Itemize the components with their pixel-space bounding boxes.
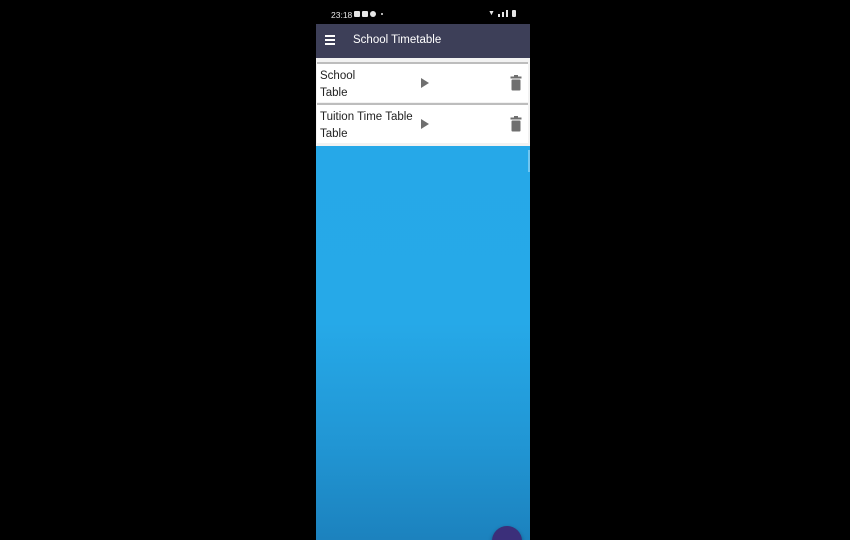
battery-icon xyxy=(512,10,516,17)
phone-screen: 23:18 ▼ School Timetable School Table Tu… xyxy=(316,0,530,540)
notification-icons xyxy=(354,11,383,17)
signal-bar-icon xyxy=(506,10,508,17)
message-notification-icon xyxy=(370,11,376,17)
timetable-name-line: Tuition Time Table xyxy=(320,111,413,123)
trash-icon[interactable] xyxy=(510,116,522,132)
app-bar: School Timetable xyxy=(316,24,530,58)
timetable-list: School Table Tuition Time Table Table xyxy=(316,58,530,146)
signal-bar-icon xyxy=(498,14,500,17)
trash-icon[interactable] xyxy=(510,75,522,91)
main-content: School Table Tuition Time Table Table xyxy=(316,58,530,540)
play-arrow-icon[interactable] xyxy=(421,119,429,129)
timetable-name-line: Table xyxy=(320,87,348,99)
play-arrow-icon[interactable] xyxy=(421,78,429,88)
status-time: 23:18 xyxy=(331,10,353,20)
system-status-icons: ▼ xyxy=(488,10,516,17)
more-notifications-dot-icon xyxy=(381,13,383,15)
timetable-name-line: Table xyxy=(320,128,348,140)
timetable-name-line: School xyxy=(320,70,356,82)
timetable-list-item[interactable]: School Table xyxy=(317,62,528,102)
app-title: School Timetable xyxy=(353,34,442,46)
timetable-name: School Table xyxy=(320,68,410,102)
timetable-list-item[interactable]: Tuition Time Table Table xyxy=(317,103,528,143)
scroll-indicator xyxy=(528,150,530,172)
app-notification-icon xyxy=(362,11,368,17)
signal-bar-icon xyxy=(502,12,504,17)
wifi-icon: ▼ xyxy=(488,10,495,17)
hamburger-menu-icon[interactable] xyxy=(325,35,335,45)
status-bar: 23:18 ▼ xyxy=(316,0,530,24)
video-notification-icon xyxy=(354,11,360,17)
timetable-name: Tuition Time Table Table xyxy=(320,109,413,143)
